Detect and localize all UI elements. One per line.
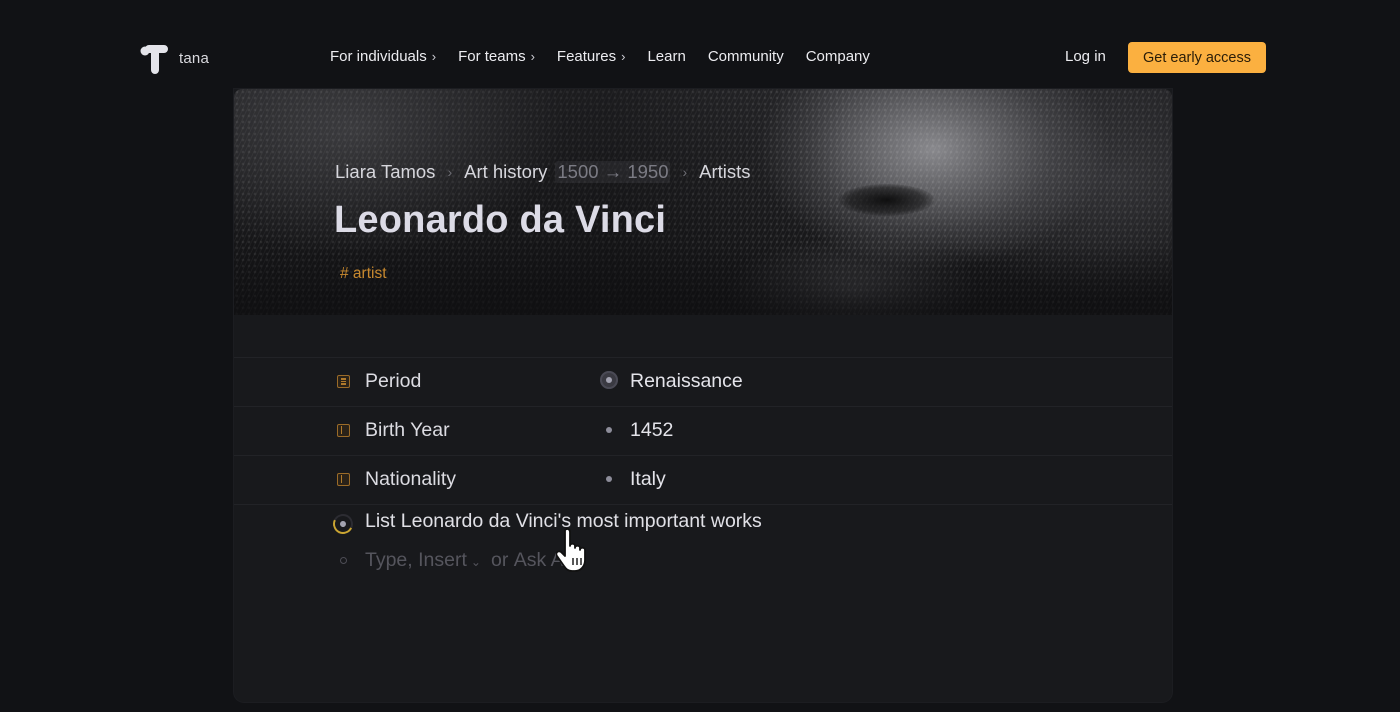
nav-company[interactable]: Company	[806, 48, 870, 65]
fields-list: Period Renaissance Birth Year 1452 Natio…	[234, 357, 1172, 505]
node-card: Liara Tamos › Art history 1500 → 1950 › …	[234, 89, 1172, 702]
ai-loading-spinner-icon	[330, 511, 356, 537]
new-node-input[interactable]: Type, Insert ⌄ or Ask AI ⌄	[234, 545, 1172, 577]
empty-bullet-icon	[340, 557, 347, 564]
options-field-icon	[337, 375, 350, 388]
field-label[interactable]: Birth Year	[365, 419, 450, 442]
bullet-icon[interactable]	[606, 476, 612, 482]
chevron-right-icon: ›	[621, 49, 626, 64]
field-value[interactable]: 1452	[630, 419, 673, 442]
breadcrumb-separator-icon: ›	[447, 164, 453, 180]
nav-label: For teams	[458, 48, 526, 65]
banner-image: Liara Tamos › Art history 1500 → 1950 › …	[234, 89, 1172, 315]
nav-links: For individuals › For teams › Features ›…	[330, 48, 892, 65]
breadcrumb: Liara Tamos › Art history 1500 → 1950 › …	[335, 161, 751, 183]
nav-for-teams[interactable]: For teams ›	[458, 48, 535, 65]
insert-option[interactable]: Insert	[418, 549, 467, 572]
plain-field-icon	[337, 473, 350, 486]
field-row-period: Period Renaissance	[234, 357, 1172, 407]
chevron-down-icon[interactable]: ⌄	[471, 555, 481, 569]
hand-pointer-cursor-icon	[556, 528, 586, 572]
get-early-access-button[interactable]: Get early access	[1128, 42, 1266, 73]
page-title[interactable]: Leonardo da Vinci	[334, 199, 666, 242]
login-link[interactable]: Log in	[1065, 48, 1106, 65]
nav-label: Company	[805, 48, 870, 65]
reference-node-icon[interactable]	[600, 371, 618, 389]
nav-label: Learn	[647, 48, 686, 65]
logo-text: tana	[179, 49, 209, 67]
placeholder-type: Type,	[365, 549, 413, 571]
breadcrumb-date-range: 1500 → 1950	[555, 161, 671, 183]
chevron-right-icon: ›	[431, 49, 437, 64]
field-value[interactable]: Italy	[630, 468, 666, 491]
nav-for-individuals[interactable]: For individuals ›	[330, 48, 436, 65]
nav-community[interactable]: Community	[708, 48, 784, 65]
bullet-icon[interactable]	[606, 427, 612, 433]
nav-label: For individuals	[330, 48, 427, 65]
field-label[interactable]: Nationality	[365, 468, 456, 491]
supertag-artist[interactable]: # artist	[340, 265, 387, 283]
placeholder-or: or	[490, 549, 509, 571]
nav-learn[interactable]: Learn	[647, 48, 685, 65]
breadcrumb-item-art-history[interactable]: Art history	[464, 161, 547, 183]
tana-logo-icon	[140, 45, 168, 74]
field-value[interactable]: Renaissance	[630, 370, 743, 393]
nav-features[interactable]: Features ›	[557, 48, 626, 65]
field-row-nationality: Nationality Italy	[234, 456, 1172, 505]
breadcrumb-separator-icon: ›	[682, 164, 688, 180]
field-label[interactable]: Period	[365, 370, 421, 393]
nav-label: Features	[556, 48, 617, 65]
nav-label: Community	[707, 48, 784, 65]
ai-command-row: List Leonardo da Vinci's most important …	[234, 507, 1172, 543]
breadcrumb-item-artists[interactable]: Artists	[699, 161, 750, 183]
plain-field-icon	[337, 424, 350, 437]
tana-logo[interactable]: tana	[139, 41, 209, 75]
chevron-right-icon: ›	[530, 49, 535, 64]
top-navigation: tana For individuals › For teams › Featu…	[0, 0, 1400, 90]
breadcrumb-item-liara-tamos[interactable]: Liara Tamos	[335, 161, 435, 183]
field-row-birth-year: Birth Year 1452	[234, 407, 1172, 456]
